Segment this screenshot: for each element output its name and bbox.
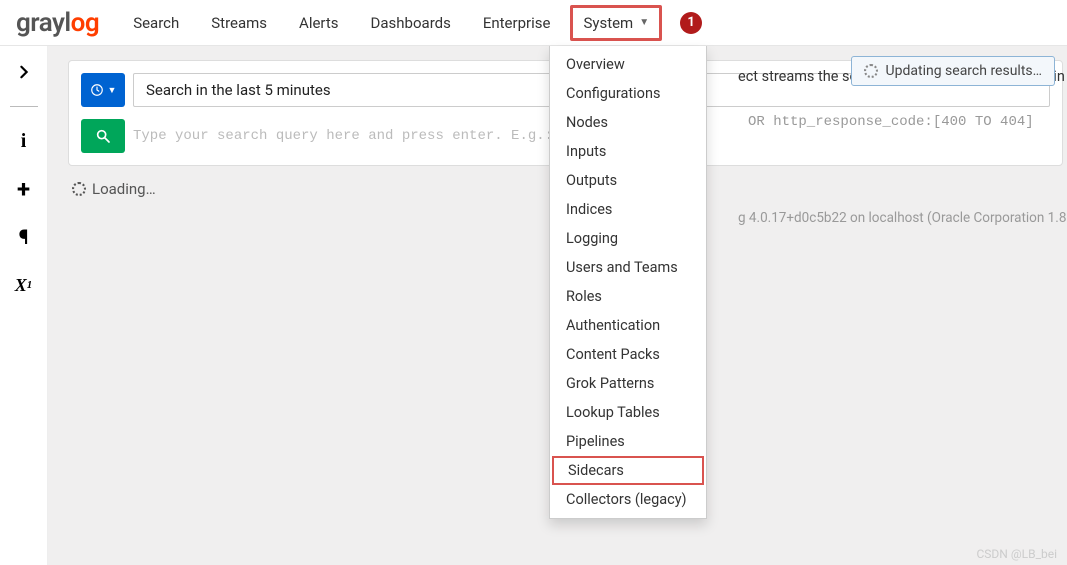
spinner-icon xyxy=(864,64,878,78)
system-menu-outputs[interactable]: Outputs xyxy=(550,166,706,195)
nav-enterprise[interactable]: Enterprise xyxy=(467,0,567,46)
version-text: g 4.0.17+d0c5b22 on localhost (Oracle Co… xyxy=(738,210,1067,226)
nav-search[interactable]: Search xyxy=(117,0,195,46)
system-menu-roles[interactable]: Roles xyxy=(550,282,706,311)
updating-banner: Updating search results… xyxy=(851,56,1055,86)
system-menu-inputs[interactable]: Inputs xyxy=(550,137,706,166)
info-icon[interactable]: i xyxy=(10,127,38,155)
system-menu-collectors-legacy-[interactable]: Collectors (legacy) xyxy=(550,485,706,514)
system-menu-configurations[interactable]: Configurations xyxy=(550,79,706,108)
spinner-icon xyxy=(72,182,86,196)
left-sidebar: i + ¶ X1 xyxy=(0,46,48,565)
nav-dashboards[interactable]: Dashboards xyxy=(355,0,467,46)
nav-system[interactable]: System ▼ xyxy=(570,5,662,41)
watermark: CSDN @LB_bei xyxy=(977,547,1058,561)
app-logo: graylog xyxy=(10,8,117,38)
system-dropdown: OverviewConfigurationsNodesInputsOutputs… xyxy=(549,46,707,519)
system-menu-indices[interactable]: Indices xyxy=(550,195,706,224)
nav-streams[interactable]: Streams xyxy=(195,0,283,46)
run-search-button[interactable] xyxy=(81,119,125,153)
system-menu-sidecars[interactable]: Sidecars xyxy=(552,456,704,485)
query-overlay-text: OR http_response_code:[400 TO 404] xyxy=(748,114,1034,130)
system-menu-content-packs[interactable]: Content Packs xyxy=(550,340,706,369)
system-menu-logging[interactable]: Logging xyxy=(550,224,706,253)
system-menu-overview[interactable]: Overview xyxy=(550,50,706,79)
notification-badge[interactable]: 1 xyxy=(680,12,702,34)
expand-icon[interactable] xyxy=(10,58,38,86)
variable-icon[interactable]: X1 xyxy=(10,271,38,299)
search-icon xyxy=(95,128,111,144)
plus-icon[interactable]: + xyxy=(10,175,38,203)
nav-items: Search Streams Alerts Dashboards Enterpr… xyxy=(117,0,702,46)
pilcrow-icon[interactable]: ¶ xyxy=(10,223,38,251)
system-menu-pipelines[interactable]: Pipelines xyxy=(550,427,706,456)
clock-icon xyxy=(90,83,104,97)
top-nav: graylog Search Streams Alerts Dashboards… xyxy=(0,0,1067,46)
system-menu-users-and-teams[interactable]: Users and Teams xyxy=(550,253,706,282)
system-menu-grok-patterns[interactable]: Grok Patterns xyxy=(550,369,706,398)
nav-alerts[interactable]: Alerts xyxy=(283,0,355,46)
chevron-down-icon: ▼ xyxy=(108,85,117,96)
chevron-down-icon: ▼ xyxy=(639,17,649,28)
time-range-button[interactable]: ▼ xyxy=(81,73,125,107)
system-menu-authentication[interactable]: Authentication xyxy=(550,311,706,340)
system-menu-lookup-tables[interactable]: Lookup Tables xyxy=(550,398,706,427)
system-menu-nodes[interactable]: Nodes xyxy=(550,108,706,137)
